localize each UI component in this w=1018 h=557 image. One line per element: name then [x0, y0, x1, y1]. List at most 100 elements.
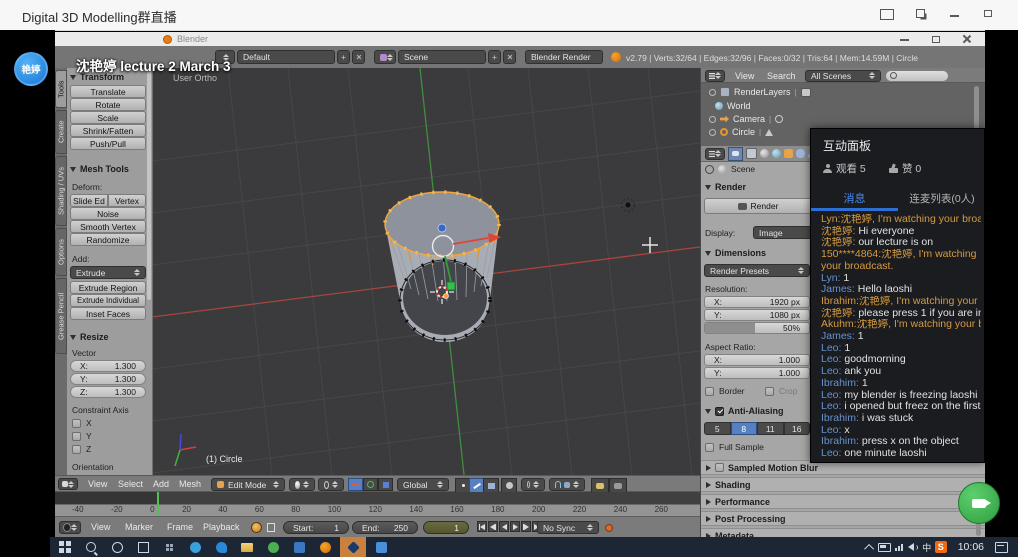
search-icon[interactable] [84, 540, 98, 554]
proportional-edit-dropdown[interactable] [521, 478, 545, 491]
record-button[interactable] [605, 524, 613, 532]
render-opengl-button[interactable] [591, 478, 609, 493]
app-blue-icon[interactable] [292, 540, 306, 554]
outliner-row-circle[interactable]: Circle | [709, 127, 773, 137]
full-sample-checkbox[interactable]: Full Sample [705, 442, 764, 452]
snap-dropdown[interactable] [549, 478, 585, 491]
duplicate-icon[interactable] [916, 9, 925, 18]
all-scenes-dropdown[interactable]: All Scenes [805, 70, 881, 82]
manipulator-translate-button[interactable] [348, 478, 363, 491]
tray-expand-icon[interactable] [864, 540, 878, 554]
shading-panel[interactable]: Shading [701, 477, 985, 492]
orientation-dropdown[interactable]: Global [397, 478, 449, 491]
timeline-frame-menu[interactable]: Frame [167, 522, 193, 532]
outliner-editor-type-button[interactable] [705, 70, 725, 82]
performance-panel[interactable]: Performance [701, 494, 985, 509]
tab-shading-uvs[interactable]: Shading / UVs [55, 156, 67, 226]
app-green-icon[interactable] [266, 540, 280, 554]
aspect-y-field[interactable]: Y:1.000 [704, 367, 810, 379]
render-presets-dropdown[interactable]: Render Presets [704, 264, 810, 277]
occlude-button[interactable] [501, 478, 517, 493]
add-menu[interactable]: Add [153, 479, 169, 489]
restore-button[interactable] [984, 10, 992, 17]
aa-samples-5-button[interactable]: 5 [704, 422, 731, 435]
end-frame-field[interactable]: End:250 [352, 521, 418, 534]
tab-mic-list[interactable]: 连麦列表(0人) [898, 187, 986, 209]
notification-icon[interactable] [994, 540, 1008, 554]
constraint-y-checkbox[interactable]: Y [72, 431, 92, 441]
constraint-z-checkbox[interactable]: Z [72, 444, 91, 454]
translate-button[interactable]: Translate [70, 85, 146, 98]
aa-samples-8-button[interactable]: 8 [731, 422, 758, 435]
edge-icon[interactable] [214, 540, 228, 554]
resolution-percent-slider[interactable]: 50% [704, 322, 810, 334]
aspect-x-field[interactable]: X:1.000 [704, 354, 810, 366]
outliner-search-input[interactable] [885, 70, 949, 82]
file-explorer-icon[interactable] [240, 540, 254, 554]
sync-dropdown[interactable]: No Sync [537, 521, 599, 534]
sogou-icon[interactable]: S [934, 540, 948, 554]
blender-maximize-button[interactable] [932, 36, 940, 43]
internet-explorer-icon[interactable] [188, 540, 202, 554]
next-keyframe-button[interactable] [521, 521, 531, 532]
editor-type-button[interactable] [58, 478, 78, 490]
resize-z-field[interactable]: Z:1.300 [70, 386, 146, 398]
copy-settings-icon[interactable] [267, 523, 275, 532]
battery-icon[interactable] [878, 540, 892, 554]
view-menu[interactable]: View [88, 479, 107, 489]
outliner-row-world[interactable]: World [715, 101, 750, 111]
tab-render-layers-icon[interactable] [746, 148, 757, 159]
start-button[interactable] [58, 540, 72, 554]
expander-icon[interactable] [709, 116, 716, 123]
tab-grease-pencil[interactable]: Grease Pencil [55, 278, 67, 354]
blender-taskbar-icon[interactable] [318, 540, 332, 554]
outliner-view-menu[interactable]: View [735, 71, 754, 81]
noise-button[interactable]: Noise [70, 207, 146, 220]
timeline-view-menu[interactable]: View [91, 522, 110, 532]
resize-x-field[interactable]: X:1.300 [70, 360, 146, 372]
toolshelf-scrollbar[interactable] [147, 70, 151, 300]
blender-minimize-button[interactable] [900, 39, 909, 41]
push-pull-button[interactable]: Push/Pull [70, 137, 146, 150]
scene-icon-button[interactable] [374, 50, 396, 64]
tab-scene-icon[interactable] [760, 149, 769, 158]
current-frame-field[interactable]: 1 [423, 521, 469, 534]
viewport[interactable]: User Ortho (1) Circle [152, 68, 700, 475]
outliner-row-camera[interactable]: Camera | [709, 114, 783, 124]
render-button[interactable]: Render [704, 198, 812, 214]
properties-editor-type-button[interactable] [705, 148, 725, 160]
inset-faces-button[interactable]: Inset Faces [70, 307, 146, 320]
scene-dropdown[interactable]: Scene [398, 50, 486, 64]
post-processing-panel[interactable]: Post Processing [701, 511, 985, 526]
timeline-playhead[interactable] [157, 492, 159, 516]
resize-y-field[interactable]: Y:1.300 [70, 373, 146, 385]
tab-tools[interactable]: Tools [55, 70, 67, 108]
cortana-icon[interactable] [110, 540, 124, 554]
time-icon[interactable] [251, 522, 262, 533]
mesh-tools-panel-header[interactable]: Mesh Tools [70, 164, 129, 174]
extrude-region-button[interactable]: Extrude Region [70, 281, 146, 294]
tab-render-icon[interactable] [728, 147, 743, 161]
manipulator-scale-button[interactable] [378, 478, 393, 491]
resolution-x-field[interactable]: X:1920 px [704, 296, 810, 308]
scale-button[interactable]: Scale [70, 111, 146, 124]
speaker-icon[interactable] [906, 540, 920, 554]
screen-layout-dropdown[interactable]: Default [237, 50, 335, 64]
randomize-button[interactable]: Randomize [70, 233, 146, 246]
expander-icon[interactable] [709, 129, 716, 136]
tab-create[interactable]: Create [55, 110, 67, 154]
play-button[interactable] [510, 521, 520, 532]
floating-camera-button[interactable] [958, 482, 1000, 524]
start-frame-field[interactable]: Start:1 [283, 521, 349, 534]
tab-object-icon[interactable] [784, 149, 793, 158]
shrink-fatten-button[interactable]: Shrink/Fatten [70, 124, 146, 137]
minimize-button[interactable] [950, 15, 959, 17]
rotate-button[interactable]: Rotate [70, 98, 146, 111]
tab-messages[interactable]: 消息 [811, 187, 898, 209]
render-toggle-icon[interactable] [801, 88, 811, 97]
tab-constraints-icon[interactable] [796, 149, 805, 158]
extrude-individual-button[interactable]: Extrude Individual [70, 294, 146, 307]
dimensions-panel-header[interactable]: Dimensions [705, 248, 766, 258]
aa-samples-16-button[interactable]: 16 [784, 422, 811, 435]
shading-dropdown[interactable] [289, 478, 315, 491]
